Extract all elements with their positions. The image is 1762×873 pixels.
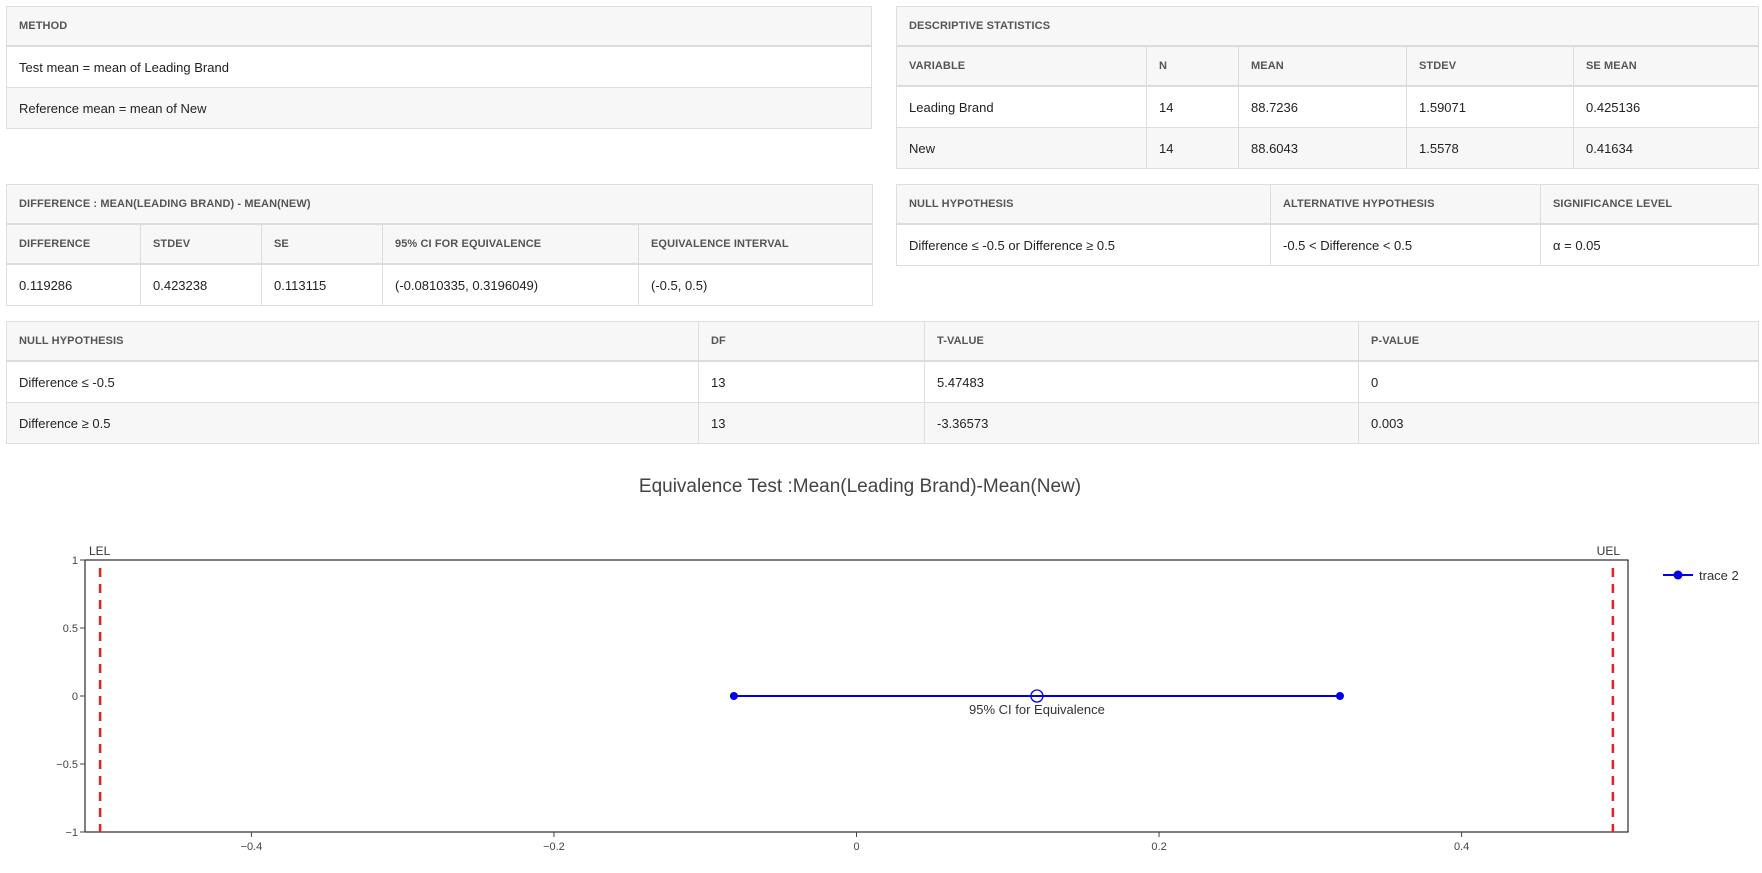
column-header: DIFFERENCE — [6, 223, 141, 265]
table-row: Difference ≥ 0.5 13 -3.36573 0.003 — [6, 402, 1759, 444]
column-header: P-VALUE — [1358, 321, 1759, 362]
descriptive-statistics-table: DESCRIPTIVE STATISTICS VARIABLE N MEAN S… — [895, 6, 1760, 169]
column-header: DF — [698, 321, 925, 362]
hypothesis-tests-table: NULL HYPOTHESIS DF T-VALUE P-VALUE Diffe… — [6, 321, 1759, 444]
ci-endpoint-marker — [729, 692, 738, 700]
table-cell: Leading Brand — [896, 85, 1147, 128]
column-header: ALTERNATIVE HYPOTHESIS — [1270, 184, 1541, 225]
column-header: SIGNIFICANCE LEVEL — [1540, 184, 1759, 225]
column-header: SE — [261, 223, 383, 265]
table-cell: New — [896, 127, 1147, 169]
x-tick-label: −0.2 — [543, 841, 565, 853]
table-cell: 88.7236 — [1238, 85, 1407, 128]
method-row: Reference mean = mean of New — [6, 87, 872, 129]
estimate-marker — [1030, 689, 1044, 703]
table-cell: 0.41634 — [1572, 127, 1760, 169]
column-header: VARIABLE — [896, 45, 1147, 87]
descriptive-header: DESCRIPTIVE STATISTICS — [895, 6, 1760, 47]
limit-label-lel: LEL — [89, 544, 111, 558]
table-cell: 1.59071 — [1406, 85, 1574, 128]
column-header: MEAN — [1238, 45, 1407, 87]
column-header: N — [1146, 45, 1239, 87]
table-cell: (-0.0810335, 0.3196049) — [382, 263, 639, 306]
chart-title: Equivalence Test :Mean(Leading Brand)-Me… — [638, 476, 1082, 497]
column-header: T-VALUE — [924, 321, 1359, 362]
column-header: STDEV — [1406, 45, 1574, 87]
difference-header: DIFFERENCE : MEAN(LEADING BRAND) - MEAN(… — [5, 184, 874, 225]
y-tick-label: −0.5 — [56, 759, 78, 771]
difference-table: DIFFERENCE : MEAN(LEADING BRAND) - MEAN(… — [5, 184, 874, 306]
table-cell: 0.003 — [1358, 402, 1759, 444]
table-row: Difference ≤ -0.5 or Difference ≥ 0.5 -0… — [896, 223, 1759, 266]
table-cell: 0.423238 — [140, 263, 262, 306]
ci-endpoint-marker — [1335, 692, 1344, 700]
y-tick-label: −1 — [65, 827, 78, 839]
table-cell: -0.5 < Difference < 0.5 — [1270, 223, 1541, 266]
x-tick-label: 0.4 — [1454, 841, 1469, 853]
column-header: NULL HYPOTHESIS — [6, 321, 699, 362]
table-cell: -3.36573 — [924, 402, 1359, 444]
method-header: METHOD — [6, 6, 872, 47]
table-row: 0.119286 0.423238 0.113115 (-0.0810335, … — [6, 263, 874, 306]
table-row: New 14 88.6043 1.5578 0.41634 — [896, 127, 1760, 169]
table-cell: (-0.5, 0.5) — [637, 263, 874, 306]
table-cell: 0.113115 — [261, 263, 383, 306]
table-cell: 0.119286 — [6, 263, 141, 306]
method-table: METHOD Test mean = mean of Leading Brand… — [6, 6, 872, 129]
table-cell: 0 — [1358, 360, 1759, 403]
table-cell: 1.5578 — [1406, 127, 1574, 169]
column-header: EQUIVALENCE INTERVAL — [637, 223, 874, 265]
column-header: SE MEAN — [1572, 45, 1760, 87]
table-cell: 5.47483 — [924, 360, 1359, 403]
limit-label-uel: UEL — [1597, 544, 1621, 558]
column-header: NULL HYPOTHESIS — [896, 184, 1271, 225]
x-tick-label: −0.4 — [241, 841, 263, 853]
estimate-label: 95% CI for Equivalence — [969, 702, 1105, 717]
x-tick-label: 0 — [853, 841, 859, 853]
y-tick-label: 0 — [72, 691, 78, 703]
method-row: Test mean = mean of Leading Brand — [6, 45, 872, 88]
table-cell: 13 — [698, 360, 925, 403]
y-tick-label: 1 — [72, 555, 78, 567]
legend-swatch-marker — [1673, 570, 1683, 580]
table-cell: 14 — [1146, 85, 1239, 128]
y-tick-label: 0.5 — [63, 623, 78, 635]
table-cell: Difference ≥ 0.5 — [6, 402, 699, 444]
hypothesis-table: NULL HYPOTHESIS ALTERNATIVE HYPOTHESIS S… — [896, 184, 1759, 266]
legend-item-label: trace 2 — [1699, 568, 1739, 583]
table-cell: 88.6043 — [1238, 127, 1407, 169]
table-row: Difference ≤ -0.5 13 5.47483 0 — [6, 360, 1759, 403]
column-header: 95% CI FOR EQUIVALENCE — [382, 223, 639, 265]
table-row: Leading Brand 14 88.7236 1.59071 0.42513… — [896, 85, 1760, 128]
table-cell: α = 0.05 — [1540, 223, 1759, 266]
table-cell: 13 — [698, 402, 925, 444]
table-cell: 14 — [1146, 127, 1239, 169]
table-cell: 0.425136 — [1572, 85, 1760, 128]
table-cell: Difference ≤ -0.5 or Difference ≥ 0.5 — [896, 223, 1271, 266]
table-cell: Difference ≤ -0.5 — [6, 360, 699, 403]
x-tick-label: 0.2 — [1151, 841, 1166, 853]
plot-frame — [84, 559, 1629, 833]
column-header: STDEV — [140, 223, 262, 265]
